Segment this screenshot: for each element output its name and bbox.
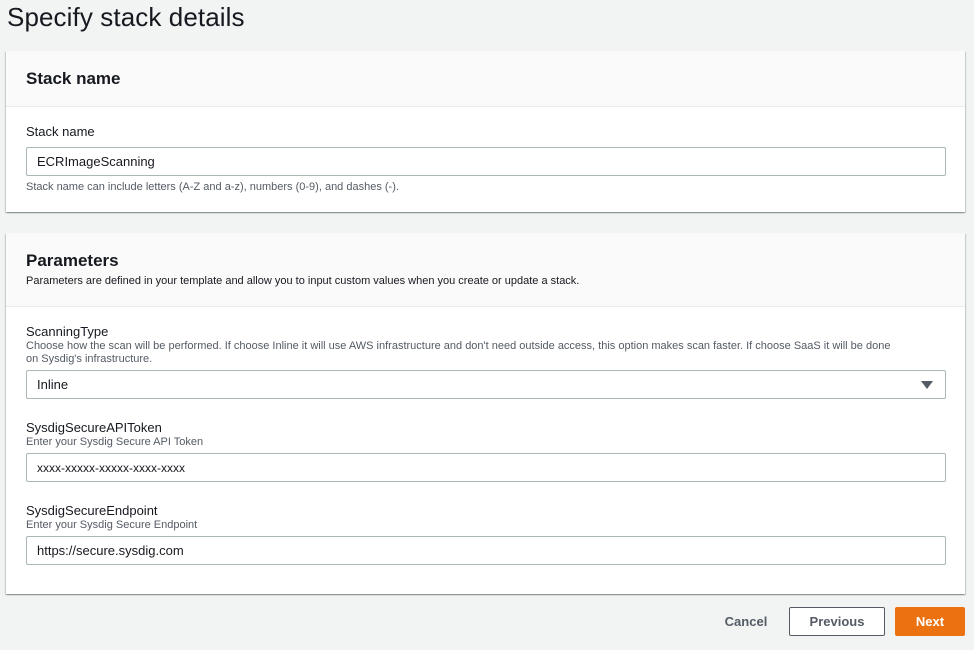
stack-name-panel-header: Stack name	[6, 51, 965, 107]
cancel-button[interactable]: Cancel	[715, 607, 777, 636]
endpoint-description: Enter your Sysdig Secure Endpoint	[26, 519, 198, 531]
previous-button[interactable]: Previous	[789, 607, 885, 636]
endpoint-value: https://secure.sysdig.com	[37, 543, 184, 558]
next-button[interactable]: Next	[895, 607, 965, 636]
page: Specify stack details Stack name Stack n…	[0, 0, 974, 650]
parameters-description: Parameters are defined in your template …	[26, 275, 580, 287]
parameters-panel: Parameters Parameters are defined in you…	[6, 233, 965, 594]
caret-down-icon[interactable]	[921, 380, 933, 389]
page-title: Specify stack details	[7, 2, 245, 32]
endpoint-input[interactable]: https://secure.sysdig.com	[26, 536, 946, 565]
endpoint-label: SysdigSecureEndpoint	[26, 503, 158, 518]
stack-name-label: Stack name	[26, 124, 95, 139]
scanning-type-description-2: on Sysdig's infrastructure.	[26, 353, 153, 365]
scanning-type-description-1: Choose how the scan will be performed. I…	[26, 340, 891, 352]
scanning-type-select[interactable]: Inline	[26, 370, 946, 399]
stack-name-input[interactable]: ECRImageScanning	[26, 147, 946, 176]
parameters-panel-header: Parameters Parameters are defined in you…	[6, 233, 965, 307]
stack-name-panel: Stack name Stack name ECRImageScanning S…	[6, 51, 965, 212]
stack-name-heading: Stack name	[26, 69, 121, 88]
stack-name-value: ECRImageScanning	[37, 154, 155, 169]
api-token-label: SysdigSecureAPIToken	[26, 420, 162, 435]
wizard-footer: Cancel Previous Next	[715, 607, 965, 636]
api-token-description: Enter your Sysdig Secure API Token	[26, 436, 204, 448]
stack-name-hint: Stack name can include letters (A-Z and …	[26, 181, 399, 193]
scanning-type-label: ScanningType	[26, 324, 109, 339]
api-token-input[interactable]: xxxx-xxxxx-xxxxx-xxxx-xxxx	[26, 453, 946, 482]
scanning-type-selected: Inline	[37, 377, 69, 392]
parameters-heading: Parameters	[26, 251, 119, 270]
parameters-panel-body: ScanningType Choose how the scan will be…	[6, 324, 965, 565]
api-token-value: xxxx-xxxxx-xxxxx-xxxx-xxxx	[37, 460, 185, 475]
stack-name-panel-body: Stack name ECRImageScanning Stack name c…	[6, 124, 965, 194]
